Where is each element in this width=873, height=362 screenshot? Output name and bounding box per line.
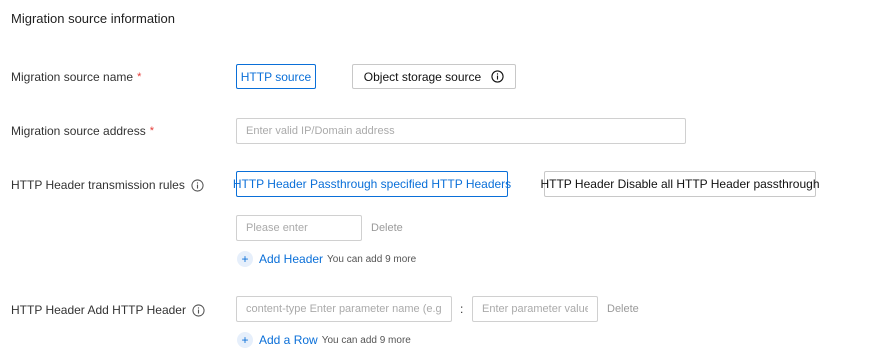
source-address-label: Migration source address * <box>11 124 154 138</box>
key-value-separator: : <box>460 302 464 316</box>
add-header-label: Add Header <box>259 252 324 266</box>
plus-icon: + <box>237 251 253 267</box>
info-icon[interactable] <box>192 303 205 317</box>
disable-passthrough-button[interactable]: HTTP Header Disable all HTTP Header pass… <box>540 171 820 197</box>
add-header-button[interactable]: + Add Header You can add 9 more <box>237 251 416 267</box>
delete-row-button[interactable]: Delete <box>607 303 639 315</box>
required-mark: * <box>149 125 155 137</box>
parameter-name-input[interactable] <box>236 296 452 322</box>
delete-header-button[interactable]: Delete <box>371 222 403 234</box>
transmission-rules-label-text: HTTP Header transmission rules <box>11 178 185 192</box>
object-storage-source-button[interactable]: Object storage source <box>352 64 516 89</box>
add-row-button[interactable]: + Add a Row You can add 9 more <box>237 332 411 348</box>
add-http-header-label: HTTP Header Add HTTP Header <box>11 303 205 317</box>
source-name-label-text: Migration source name <box>11 70 134 84</box>
source-name-label: Migration source name * <box>11 70 141 84</box>
passthrough-specified-button[interactable]: HTTP Header Passthrough specified HTTP H… <box>233 171 511 197</box>
add-header-hint: You can add 9 more <box>327 253 417 265</box>
info-icon[interactable] <box>491 70 504 83</box>
http-source-button[interactable]: HTTP source <box>236 64 316 89</box>
required-mark: * <box>137 71 142 83</box>
add-row-label: Add a Row <box>259 333 318 347</box>
info-icon[interactable] <box>191 178 204 192</box>
source-address-label-text: Migration source address <box>11 124 146 138</box>
header-name-input[interactable] <box>236 215 362 241</box>
transmission-rules-label: HTTP Header transmission rules <box>11 178 204 192</box>
add-http-header-label-text: HTTP Header Add HTTP Header <box>11 303 186 317</box>
plus-icon: + <box>237 332 253 348</box>
source-address-input[interactable] <box>236 118 686 144</box>
section-title: Migration source information <box>11 11 176 26</box>
object-storage-source-label: Object storage source <box>363 69 482 84</box>
add-row-hint: You can add 9 more <box>321 334 411 346</box>
parameter-value-input[interactable] <box>472 296 598 322</box>
